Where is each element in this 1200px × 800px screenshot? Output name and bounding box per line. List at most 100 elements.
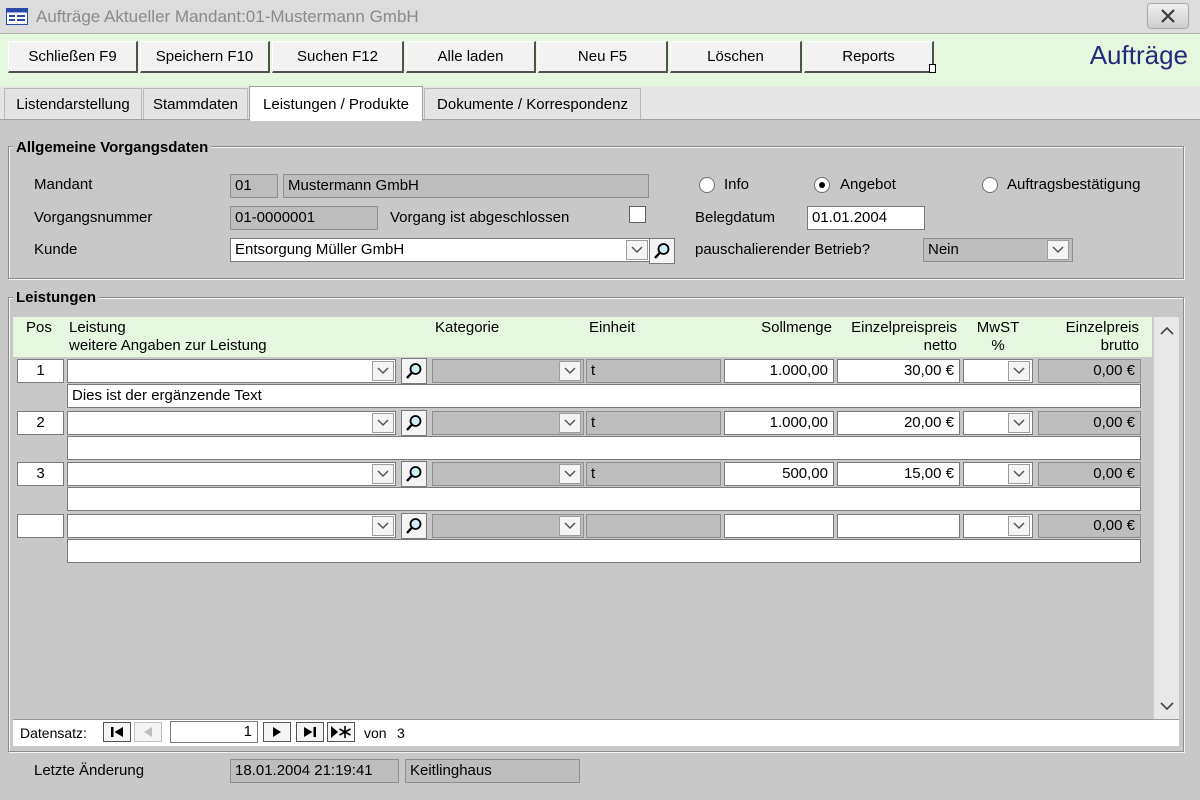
row-netto-field[interactable]: 15,00 € <box>837 462 960 486</box>
search-button[interactable]: Suchen F12 <box>272 41 404 73</box>
chevron-down-icon <box>564 522 576 530</box>
kunde-dropdown-button[interactable] <box>626 240 648 260</box>
delete-button[interactable]: Löschen <box>670 41 802 73</box>
vorgang-closed-checkbox[interactable] <box>629 206 646 223</box>
row-einheit-field: t <box>586 411 721 435</box>
radio-info-label: Info <box>724 176 750 193</box>
row-sollmenge-field[interactable]: 500,00 <box>724 462 834 486</box>
row-sollmenge-field[interactable] <box>724 514 834 538</box>
row-mwst-dropdown-button[interactable] <box>1008 516 1030 536</box>
row-kategorie-dropdown-button[interactable] <box>559 464 581 484</box>
row-text-field[interactable] <box>67 436 1141 460</box>
row-netto-field[interactable] <box>837 514 960 538</box>
magnifier-icon <box>406 363 422 379</box>
radio-angebot[interactable] <box>814 177 830 193</box>
row-leistung-dropdown-button[interactable] <box>372 361 394 381</box>
row-netto-field[interactable]: 20,00 € <box>837 411 960 435</box>
new-button[interactable]: Neu F5 <box>538 41 668 73</box>
row-sollmenge-field[interactable]: 1.000,00 <box>724 411 834 435</box>
close-form-button[interactable]: Schließen F9 <box>8 41 138 73</box>
row-mwst-dropdown-button[interactable] <box>1008 361 1030 381</box>
last-change-label: Letzte Änderung <box>34 762 145 779</box>
col-mwst: MwST <box>976 319 1020 336</box>
kunde-search-button[interactable] <box>649 238 675 264</box>
kunde-combobox[interactable]: Entsorgung Müller GmbH <box>230 238 650 262</box>
col-leistung-sub: weitere Angaben zur Leistung <box>69 337 267 354</box>
row-mwst-dropdown-button[interactable] <box>1008 413 1030 433</box>
navigator-label: Datensatz: <box>20 725 87 741</box>
window-close-button[interactable] <box>1147 3 1189 29</box>
first-record-button[interactable] <box>103 722 131 742</box>
row-leistung-search-button[interactable] <box>401 410 427 436</box>
magnifier-icon <box>406 466 422 482</box>
row-sollmenge-field[interactable]: 1.000,00 <box>724 359 834 383</box>
next-record-icon <box>273 727 281 737</box>
next-record-button[interactable] <box>263 722 291 742</box>
row-leistung-search-button[interactable] <box>401 358 427 384</box>
first-record-icon <box>111 727 123 737</box>
magnifier-icon <box>406 518 422 534</box>
chevron-down-icon <box>377 522 389 530</box>
scroll-down-button[interactable] <box>1154 695 1180 717</box>
row-mwst-dropdown-button[interactable] <box>1008 464 1030 484</box>
tab-stammdaten[interactable]: Stammdaten <box>143 88 248 119</box>
row-leistung-dropdown-button[interactable] <box>372 464 394 484</box>
tab-dokumente-korrespondenz[interactable]: Dokumente / Korrespondenz <box>424 88 641 119</box>
chevron-down-icon <box>1013 470 1025 478</box>
row-kategorie-dropdown-button[interactable] <box>559 413 581 433</box>
row-leistung-search-button[interactable] <box>401 461 427 487</box>
chevron-down-icon <box>1013 367 1025 375</box>
row-leistung-combobox[interactable] <box>67 359 396 383</box>
grid-vertical-scrollbar[interactable] <box>1153 317 1179 719</box>
radio-auftragsbestaetigung[interactable] <box>982 177 998 193</box>
radio-auftragsbestaetigung-label: Auftragsbestätigung <box>1007 176 1141 193</box>
tab-leistungen-produkte[interactable]: Leistungen / Produkte <box>249 86 423 121</box>
row-kategorie-dropdown-button[interactable] <box>559 516 581 536</box>
col-netto: Einzelpreispreis <box>851 319 957 336</box>
navigator-total: 3 <box>397 725 405 741</box>
row-pos[interactable] <box>17 514 64 538</box>
general-data-title: Allgemeine Vorgangsdaten <box>13 139 212 156</box>
row-text-field[interactable] <box>67 539 1141 563</box>
chevron-down-icon <box>1013 522 1025 530</box>
last-change-timestamp: 18.01.2004 21:19:41 <box>230 759 399 783</box>
new-record-button[interactable] <box>327 722 355 742</box>
close-icon <box>1161 9 1175 23</box>
col-netto-sub: netto <box>923 337 957 354</box>
row-kategorie-dropdown-button[interactable] <box>559 361 581 381</box>
previous-record-icon <box>144 727 152 737</box>
row-pos[interactable]: 2 <box>17 411 64 435</box>
row-pos[interactable]: 3 <box>17 462 64 486</box>
chevron-down-icon <box>377 419 389 427</box>
chevron-down-icon <box>564 367 576 375</box>
chevron-down-icon <box>1013 419 1025 427</box>
row-netto-field[interactable]: 30,00 € <box>837 359 960 383</box>
reports-button[interactable]: Reports <box>804 41 934 73</box>
pauschal-label: pauschalierender Betrieb? <box>695 241 871 258</box>
tab-listendarstellung[interactable]: Listendarstellung <box>4 88 142 119</box>
row-leistung-dropdown-button[interactable] <box>372 413 394 433</box>
kunde-label: Kunde <box>34 241 78 258</box>
magnifier-icon <box>654 243 670 259</box>
radio-info[interactable] <box>699 177 715 193</box>
row-text-field[interactable] <box>67 487 1141 511</box>
previous-record-button[interactable] <box>134 722 162 742</box>
current-record-field[interactable]: 1 <box>170 721 258 743</box>
row-pos[interactable]: 1 <box>17 359 64 383</box>
pauschal-dropdown-button[interactable] <box>1047 240 1069 260</box>
last-record-button[interactable] <box>296 722 324 742</box>
radio-angebot-label: Angebot <box>840 176 896 193</box>
scroll-up-button[interactable] <box>1154 319 1180 341</box>
belegdatum-field[interactable]: 01.01.2004 <box>807 206 925 230</box>
save-button[interactable]: Speichern F10 <box>140 41 270 73</box>
row-leistung-search-button[interactable] <box>401 513 427 539</box>
row-text-field[interactable]: Dies ist der ergänzende Text <box>67 384 1141 408</box>
load-all-button[interactable]: Alle laden <box>406 41 536 73</box>
row-leistung-combobox[interactable] <box>67 462 396 486</box>
navigator-of-label: von <box>364 725 387 741</box>
col-pos: Pos <box>26 319 52 336</box>
row-leistung-dropdown-button[interactable] <box>372 516 394 536</box>
last-record-icon <box>304 727 316 737</box>
row-leistung-combobox[interactable] <box>67 514 396 538</box>
row-leistung-combobox[interactable] <box>67 411 396 435</box>
